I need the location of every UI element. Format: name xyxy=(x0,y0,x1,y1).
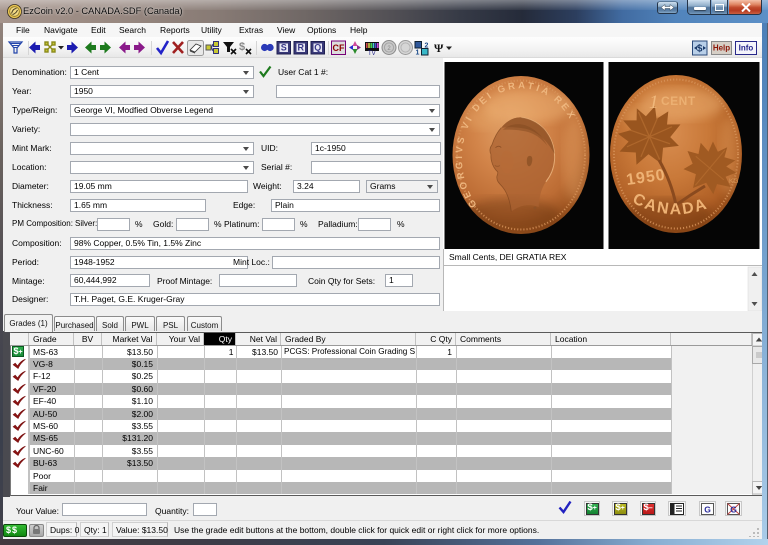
svg-text:$: $ xyxy=(239,41,245,53)
svg-text:KG: KG xyxy=(729,178,738,185)
svg-text:G: G xyxy=(730,504,737,514)
svg-text:Help: Help xyxy=(713,44,730,53)
svg-text:Ψ: Ψ xyxy=(434,41,444,55)
svg-text:CENT: CENT xyxy=(661,94,696,108)
svg-text:1: 1 xyxy=(416,50,420,57)
svg-text:G: G xyxy=(704,504,711,514)
svg-text:CF: CF xyxy=(333,43,345,53)
svg-text:Small Cents, DEI GRATIA REX: Small Cents, DEI GRATIA REX xyxy=(449,252,567,262)
svg-text:S: S xyxy=(281,43,287,53)
svg-text:1: 1 xyxy=(649,92,659,113)
svg-text:$: $ xyxy=(697,44,703,55)
svg-text:R: R xyxy=(297,43,304,53)
svg-text:Info: Info xyxy=(739,44,754,53)
svg-text:Q: Q xyxy=(314,43,321,53)
svg-text:TV: TV xyxy=(368,51,376,57)
